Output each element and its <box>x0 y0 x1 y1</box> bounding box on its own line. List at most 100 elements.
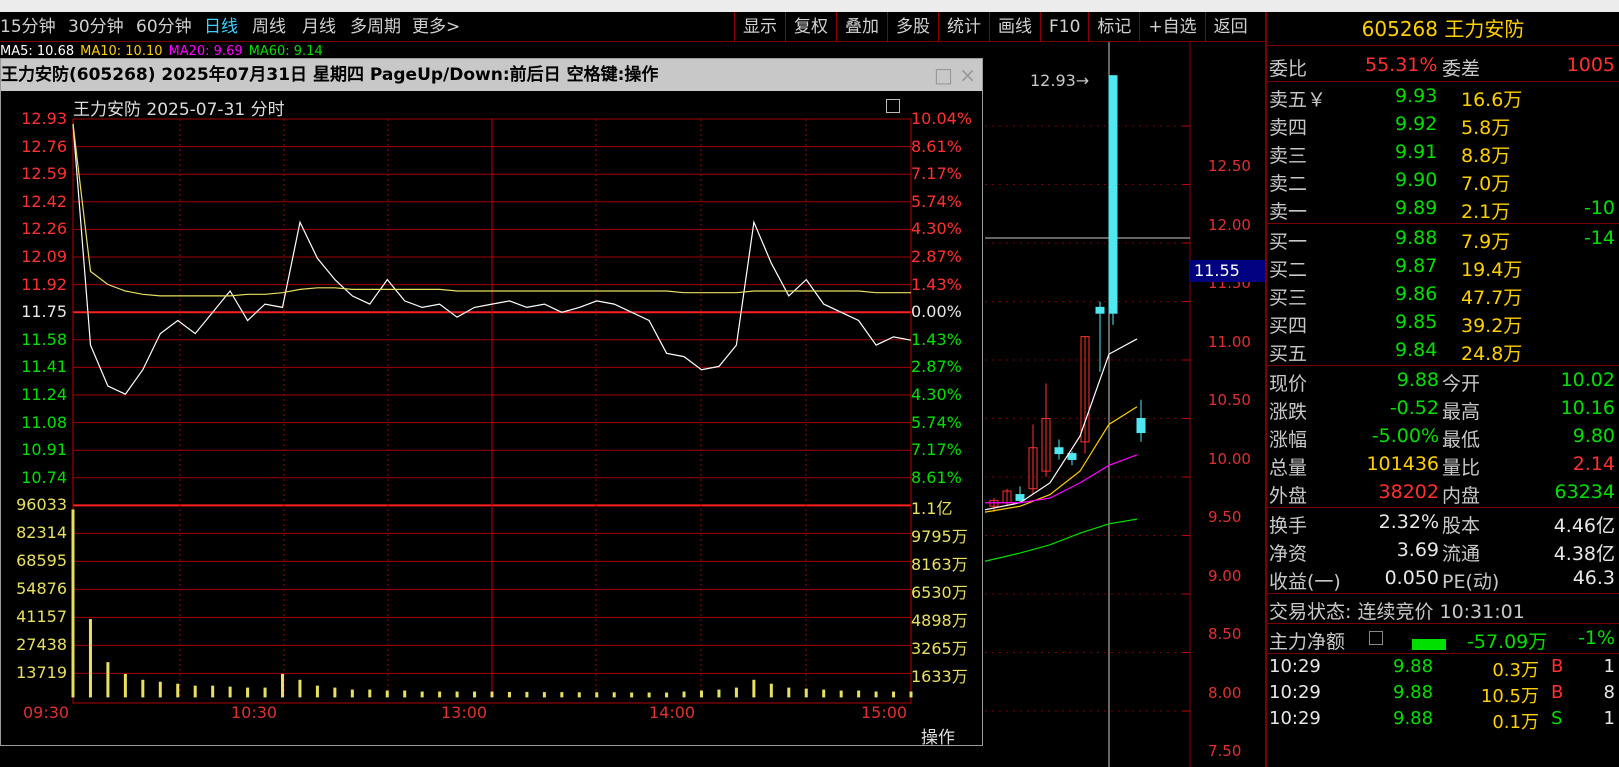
pct-tick-label: 0.00% <box>911 302 962 322</box>
pct-tick-label: 8.61% <box>911 136 962 156</box>
quote-panel: 605268 王力安防 委比 55.31% 委差 1005 卖五￥ 9.93 16.… <box>1265 12 1619 767</box>
toolbar-button[interactable]: 显示 <box>734 12 785 42</box>
volume-tick-label: 27438 <box>16 635 67 655</box>
pct-tick-label: 4.30% <box>911 385 962 404</box>
candle-body <box>1136 418 1146 434</box>
book-level-label: 卖一 <box>1269 201 1308 223</box>
amount-tick-label: 3265万 <box>911 639 968 659</box>
volume-bar <box>525 691 529 698</box>
stat-label: 股本 <box>1442 515 1481 537</box>
book-volume: 24.8万 <box>1461 343 1523 365</box>
volume-bar <box>438 691 442 698</box>
period-tab[interactable]: 15分钟 <box>0 16 56 38</box>
trade-count: 1 <box>1603 656 1615 677</box>
panel-toggle-icon[interactable] <box>886 99 900 113</box>
intraday-subtitle: 王力安防 2025-07-31 分时 <box>73 100 285 120</box>
candle-y-label: 8.00 <box>1208 683 1242 702</box>
period-tab[interactable]: 60分钟 <box>136 16 192 38</box>
weicha-value: 1005 <box>1566 54 1615 76</box>
volume-bar <box>263 687 267 698</box>
book-change: -14 <box>1583 227 1615 249</box>
price-tick-label: 11.24 <box>21 385 67 404</box>
volume-bar <box>333 687 337 698</box>
book-row[interactable]: 买二 9.87 19.4万 <box>1267 253 1619 281</box>
book-row[interactable]: 卖五￥ 9.93 16.6万 <box>1267 83 1619 111</box>
volume-bar <box>560 692 564 698</box>
stat-row: 现价 9.88 今开 10.02 <box>1267 367 1619 395</box>
period-tab[interactable]: 周线 <box>252 16 286 38</box>
ma-legend-item: MA60: 9.14 <box>248 44 323 59</box>
volume-bar <box>874 691 878 698</box>
toolbar-button[interactable]: 复权 <box>785 12 836 42</box>
amount-tick-label: 1.1亿 <box>911 499 953 519</box>
volume-bar <box>647 692 651 698</box>
book-price: 9.88 <box>1395 227 1438 249</box>
volume-tick-label: 96033 <box>16 495 67 515</box>
toolbar-button[interactable]: 画线 <box>989 12 1040 42</box>
toolbar-button[interactable]: 返回 <box>1204 12 1256 42</box>
volume-tick-label: 41157 <box>16 607 67 627</box>
book-row[interactable]: 买五 9.84 24.8万 <box>1267 337 1619 365</box>
intraday-popup[interactable]: 王力安防(605268) 2025年07月31日 星期四 PageUp/Down… <box>0 58 983 748</box>
volume-bar <box>857 690 861 698</box>
book-volume: 7.0万 <box>1461 173 1511 195</box>
pct-tick-label: 1.43% <box>911 329 962 349</box>
book-price: 9.92 <box>1395 113 1438 135</box>
book-row[interactable]: 卖四 9.92 5.8万 <box>1267 111 1619 139</box>
book-row[interactable]: 卖二 9.90 7.0万 <box>1267 167 1619 195</box>
stat-row: 换手 2.32% 股本 4.46亿 <box>1267 509 1619 537</box>
period-tab[interactable]: 日线 <box>204 16 238 38</box>
volume-tick-label: 13719 <box>16 663 67 683</box>
stat-label: 外盘 <box>1269 485 1308 507</box>
period-tab[interactable]: 月线 <box>302 16 336 38</box>
volume-bar <box>106 662 110 698</box>
candle-y-label: 9.00 <box>1208 566 1242 585</box>
trade-price: 9.88 <box>1393 656 1434 677</box>
book-row[interactable]: 卖三 9.91 8.8万 <box>1267 139 1619 167</box>
toolbar-button[interactable]: 多股 <box>887 12 938 42</box>
candle-y-label: 12.50 <box>1208 157 1251 175</box>
toolbar-button[interactable]: 标记 <box>1088 12 1139 42</box>
period-tab[interactable]: 多周期 <box>350 16 401 38</box>
pct-tick-label: 5.74% <box>911 191 962 211</box>
volume-bar <box>473 691 477 698</box>
toolbar-button[interactable]: 统计 <box>938 12 989 42</box>
toolbar-button[interactable]: +自选 <box>1139 12 1204 42</box>
book-level-label: 卖四 <box>1269 117 1308 139</box>
book-row[interactable]: 买四 9.85 39.2万 <box>1267 309 1619 337</box>
stat-label: 现价 <box>1269 373 1308 395</box>
volume-bar <box>909 691 913 698</box>
list-icon[interactable] <box>1369 631 1383 645</box>
stat-value: 9.80 <box>1572 425 1615 447</box>
price-tick-label: 11.41 <box>21 357 67 377</box>
trade-volume: 10.5万 <box>1480 686 1539 707</box>
period-tab[interactable]: 更多> <box>412 16 460 38</box>
book-volume: 5.8万 <box>1461 117 1511 139</box>
stat-value: 9.88 <box>1396 369 1439 391</box>
book-row[interactable]: 卖一 9.89 2.1万 -10 <box>1267 195 1619 223</box>
book-level-label: 买五 <box>1269 343 1308 365</box>
toolbar-button[interactable]: 叠加 <box>836 12 887 42</box>
volume-bar <box>577 692 581 698</box>
book-price: 9.90 <box>1395 169 1438 191</box>
trade-time: 10:29 <box>1269 682 1321 703</box>
operate-button[interactable]: 操作 <box>921 723 955 748</box>
ma-legend-item: MA5: 10.68 <box>0 44 75 59</box>
trade-volume: 0.3万 <box>1492 660 1539 681</box>
book-row[interactable]: 买三 9.86 47.7万 <box>1267 281 1619 309</box>
weicha-label: 委差 <box>1442 58 1481 80</box>
stat-row: 净资 3.69 流通 4.38亿 <box>1267 537 1619 565</box>
amount-tick-label: 9795万 <box>911 527 968 547</box>
toolbar-button[interactable]: F10 <box>1040 12 1088 42</box>
time-tick-label: 10:30 <box>231 703 278 723</box>
candle-y-label: 12.00 <box>1208 215 1251 234</box>
volume-bar <box>542 692 546 698</box>
volume-bar <box>700 690 703 698</box>
stat-value: -5.00% <box>1371 425 1439 447</box>
book-price: 9.93 <box>1395 85 1438 107</box>
price-tick-label: 12.59 <box>21 164 67 184</box>
period-tab[interactable]: 30分钟 <box>68 16 124 38</box>
book-volume: 39.2万 <box>1461 315 1523 337</box>
book-row[interactable]: 买一 9.88 7.9万 -14 <box>1267 225 1619 253</box>
book-level-label: 买三 <box>1269 287 1308 309</box>
